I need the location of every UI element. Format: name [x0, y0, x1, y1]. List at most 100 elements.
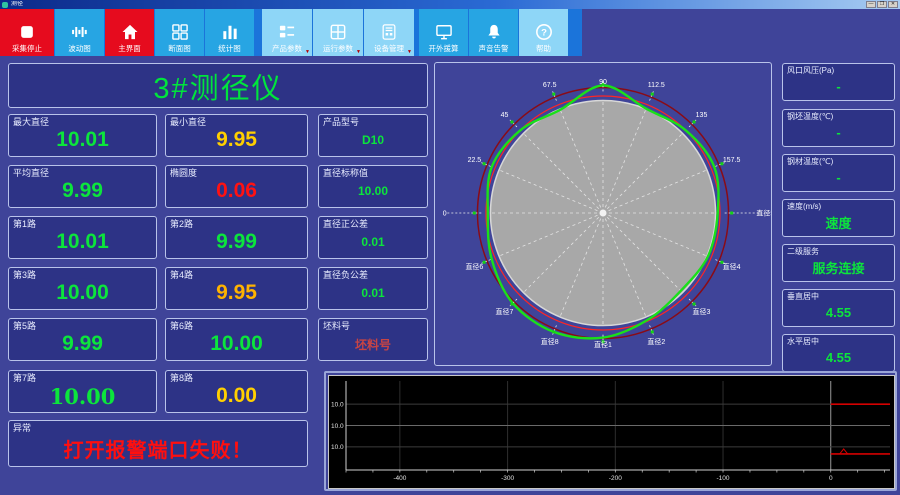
toolbar-button-external-calc[interactable]: 开外援算: [419, 9, 468, 56]
toolbar-button-label: 帮助: [536, 44, 551, 53]
angle-label: 45: [501, 112, 509, 119]
close-button[interactable]: ✕: [888, 1, 898, 8]
x-axis-label: -400: [393, 475, 406, 482]
angle-label: 135: [696, 112, 708, 119]
angle-label: 112.5: [648, 82, 665, 89]
bar-chart-icon: [222, 25, 237, 40]
gauge-title: 3#测径仪: [8, 63, 428, 108]
label-leader: [480, 162, 491, 167]
field-avg-diameter: 平均直径 9.99: [8, 165, 157, 208]
field-value: 打开报警端口失败！: [63, 439, 253, 462]
label-marker: [692, 302, 696, 306]
svg-text:?: ?: [541, 28, 547, 39]
waveform-icon: [71, 27, 87, 37]
angle-label: 直径2: [647, 337, 665, 346]
toolbar-button-wave-chart[interactable]: 波动图: [55, 9, 104, 56]
field-value: 10.00: [210, 332, 263, 355]
toolbar-button-sound-alarm[interactable]: 声音告警: [469, 9, 518, 56]
label-leader: [552, 90, 557, 101]
toolbar-button-stop-collect[interactable]: 采集停止: [0, 9, 54, 56]
x-axis-label: -100: [717, 475, 730, 482]
minimize-button[interactable]: —: [866, 1, 876, 8]
field-value: 9.99: [62, 179, 103, 202]
app-icon: [2, 1, 8, 8]
status-billet-temp: 钢坯温度(℃) -: [782, 109, 895, 147]
toolbar-button-help[interactable]: ? 帮助: [519, 9, 568, 56]
toolbar-button-label: 产品参数: [272, 44, 302, 53]
toolbar-button-section-chart[interactable]: 断面图: [155, 9, 204, 56]
label-marker: [692, 120, 696, 124]
field-path-7: 第7路 10.00: [8, 370, 157, 413]
dropdown-arrow-icon: ▼: [356, 49, 361, 55]
field-path-1: 第1路 10.01: [8, 216, 157, 259]
label-marker: [510, 302, 514, 306]
angle-label: 直径6: [465, 262, 483, 271]
toolbar-button-main-screen[interactable]: 主界面: [105, 9, 154, 56]
device-panel-icon: [382, 24, 396, 40]
label-marker: [650, 330, 654, 334]
status-speed: 速度(m/s) 速度: [782, 199, 895, 237]
field-path-3: 第3路 10.00: [8, 267, 157, 310]
field-minus-tolerance: 直径负公差 0.01: [318, 267, 428, 310]
section-grid-icon: [171, 24, 188, 40]
field-billet-no: 坯料号 坯料号: [318, 318, 428, 361]
polar-profile-chart: 0 22.5 45 67.5 90 112.5 135 157.5 直径5 直径4 直径3 直径2 直径…: [443, 79, 775, 349]
field-path-8: 第8路 0.00: [165, 370, 308, 413]
stop-icon: [21, 26, 33, 38]
field-path-5: 第5路 9.99: [8, 318, 157, 361]
field-plus-tolerance: 直径正公差 0.01: [318, 216, 428, 259]
monitor-icon: [435, 25, 452, 40]
label-leader: [649, 90, 654, 101]
status-value: 速度: [825, 216, 852, 231]
status-steel-temp: 钢材温度(℃) -: [782, 154, 895, 192]
field-nominal-diameter: 直径标称值 10.00: [318, 165, 428, 208]
label-marker: [472, 211, 476, 215]
field-value: 9.99: [216, 230, 257, 253]
trend-chart-area: 10.0 10.0 10.0 -400 -300 -200 -100 0: [328, 375, 895, 489]
field-product-model: 产品型号 D10: [318, 114, 428, 157]
toolbar-button-product-params[interactable]: 产品参数 ▼: [262, 9, 312, 56]
field-path-2: 第2路 9.99: [165, 216, 308, 259]
y-axis-label: 10.0: [331, 423, 344, 430]
field-value: D10: [361, 133, 384, 147]
angle-label: 157.5: [723, 157, 741, 164]
field-value: 0.00: [216, 384, 257, 407]
angle-label: 90: [599, 79, 607, 86]
toolbar-button-stats-chart[interactable]: 统计图: [205, 9, 254, 56]
product-list-icon: [279, 25, 295, 38]
label-marker: [552, 330, 556, 334]
toolbar-button-label: 波动图: [68, 44, 91, 53]
cross-section-panel: 0 22.5 45 67.5 90 112.5 135 157.5 直径5 直径4 直径3 直径2 直径…: [434, 62, 775, 366]
field-value: 9.95: [216, 128, 257, 151]
restore-button[interactable]: ❐: [877, 1, 887, 8]
toolbar-button-label: 设备管理: [374, 44, 404, 53]
toolbar-button-run-params[interactable]: 运行参数 ▼: [313, 9, 363, 56]
toolbar-button-label: 开外援算: [428, 44, 459, 53]
status-value: 4.55: [825, 350, 852, 365]
field-value: 10.01: [56, 128, 109, 151]
trend-chart: 10.0 10.0 10.0 -400 -300 -200 -100 0: [331, 381, 890, 482]
field-ovality: 椭圆度 0.06: [165, 165, 308, 208]
field-value: 坯料号: [354, 337, 391, 352]
field-abnormal: 异常 打开报警端口失败！: [8, 420, 308, 467]
angle-label: 直径1: [594, 340, 612, 349]
field-value: 9.95: [216, 281, 257, 304]
y-axis-label: 10.0: [331, 401, 344, 408]
x-axis-label: -300: [501, 475, 514, 482]
field-value: 10.00: [49, 383, 116, 409]
field-value: 0.01: [361, 286, 385, 300]
field-path-4: 第4路 9.95: [165, 267, 308, 310]
status-horizontal-center: 水平居中 4.55: [782, 334, 895, 372]
titlebar: 测径 — ❐ ✕: [0, 0, 900, 9]
angle-label: 直径4: [723, 262, 741, 271]
status-value: -: [836, 79, 841, 94]
angle-label: 直径8: [541, 337, 559, 346]
field-value: 0.01: [361, 235, 385, 249]
field-value: 10.00: [56, 281, 109, 304]
angle-label: 67.5: [543, 82, 557, 89]
angle-label: 22.5: [468, 157, 482, 164]
label-marker: [650, 92, 654, 96]
angle-label: 0: [443, 211, 447, 218]
toolbar-button-device-mgmt[interactable]: 设备管理 ▼: [364, 9, 414, 56]
field-value: 9.99: [62, 332, 103, 355]
